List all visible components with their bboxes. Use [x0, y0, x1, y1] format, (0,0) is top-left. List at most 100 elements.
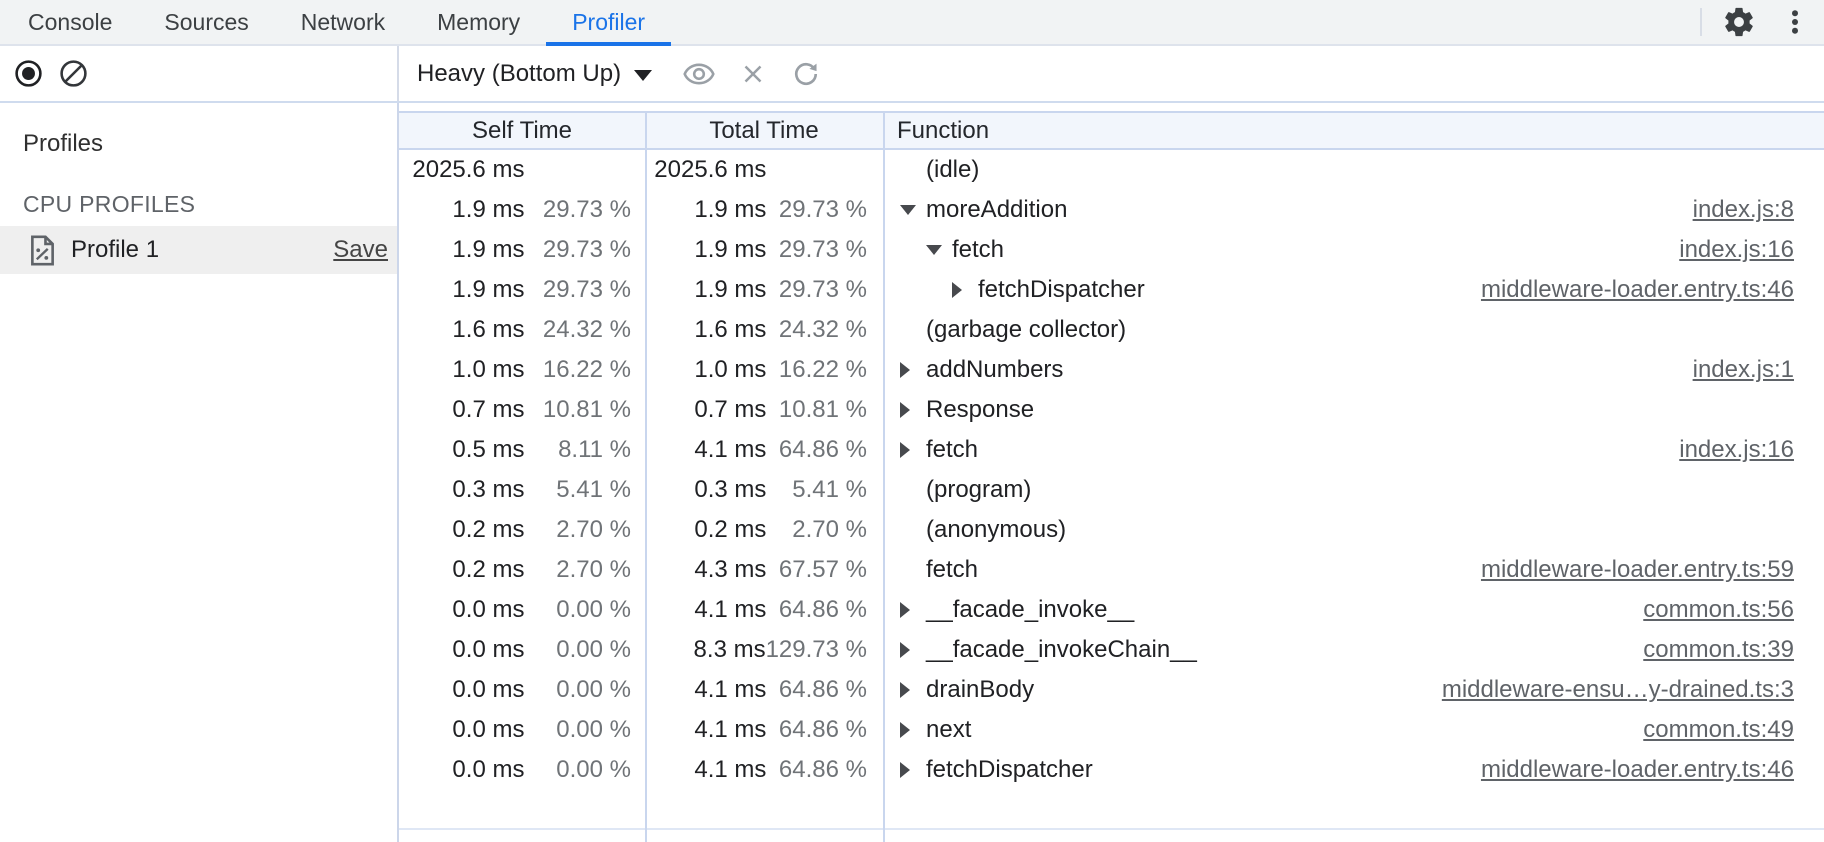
- table-row[interactable]: 0.0 ms0.00 %4.1 ms64.86 %__facade_invoke…: [399, 590, 1824, 630]
- expand-arrow-icon[interactable]: [900, 722, 910, 738]
- tree-indent: [952, 282, 978, 298]
- record-toggle-icon[interactable]: [13, 58, 44, 89]
- expand-arrow-icon[interactable]: [900, 762, 910, 778]
- table-row[interactable]: 0.5 ms8.11 %4.1 ms64.86 % fetch index.js:1…: [399, 430, 1824, 470]
- column-divider[interactable]: [883, 111, 885, 842]
- table-row[interactable]: 1.9 ms29.73 %1.9 ms29.73 %fetchDispatche…: [399, 270, 1824, 310]
- total-time-ms: 4.1 ms: [645, 676, 766, 704]
- total-time-pct: 16.22 %: [766, 356, 883, 384]
- tree-indent: [900, 682, 926, 698]
- tree-indent: [900, 602, 926, 618]
- self-time-ms: 0.0 ms: [399, 636, 524, 664]
- expand-arrow-icon[interactable]: [900, 362, 910, 378]
- self-time-pct: 24.32 %: [524, 316, 645, 344]
- expand-arrow-icon[interactable]: [900, 442, 910, 458]
- clear-all-profiles-icon[interactable]: [58, 58, 89, 89]
- restore-refresh-icon[interactable]: [790, 58, 822, 90]
- self-time-pct: 10.81 %: [524, 396, 645, 424]
- total-time-ms: 4.3 ms: [645, 556, 766, 584]
- function-name: (idle): [926, 156, 979, 184]
- source-location-link[interactable]: index.js:16: [1679, 236, 1824, 264]
- function-name: (program): [926, 476, 1031, 504]
- total-time-pct: 2.70 %: [766, 516, 883, 544]
- column-header-self-time[interactable]: Self Time: [399, 117, 645, 145]
- profiler-content: Profiles CPU PROFILES Profile 1 Save: [0, 103, 1824, 842]
- source-location-link[interactable]: middleware-loader.entry.ts:59: [1481, 556, 1824, 584]
- tab-memory[interactable]: Memory: [411, 0, 546, 44]
- function-name: fetch: [952, 236, 1004, 264]
- profile-document-icon: [29, 235, 56, 266]
- self-time-cell: 0.0 ms0.00 %: [399, 670, 645, 710]
- expand-arrow-icon[interactable]: [900, 642, 910, 658]
- self-time-ms: 0.7 ms: [399, 396, 524, 424]
- source-location-link[interactable]: middleware-loader.entry.ts:46: [1481, 756, 1824, 784]
- table-row[interactable]: 2025.6 ms2025.6 ms(idle): [399, 150, 1824, 190]
- table-row[interactable]: 0.2 ms2.70 %0.2 ms2.70 %(anonymous): [399, 510, 1824, 550]
- column-header-total-time[interactable]: Total Time: [645, 117, 883, 145]
- table-row[interactable]: 1.0 ms16.22 %1.0 ms16.22 %addNumbersinde…: [399, 350, 1824, 390]
- self-time-ms: 0.0 ms: [399, 596, 524, 624]
- more-options-kebab-icon[interactable]: [1780, 7, 1810, 37]
- total-time-pct: 67.57 %: [766, 556, 883, 584]
- total-time-pct: 29.73 %: [766, 196, 883, 224]
- source-location-link[interactable]: common.ts:39: [1643, 636, 1824, 664]
- expand-arrow-icon[interactable]: [952, 282, 962, 298]
- save-profile-link[interactable]: Save: [333, 236, 388, 264]
- tab-profiler[interactable]: Profiler: [546, 0, 671, 44]
- source-location-link[interactable]: index.js:8: [1693, 196, 1824, 224]
- self-time-ms: 1.9 ms: [399, 196, 524, 224]
- table-row[interactable]: 0.2 ms2.70 %4.3 ms67.57 %fetchmiddleware…: [399, 550, 1824, 590]
- function-name: fetchDispatcher: [926, 756, 1093, 784]
- table-row[interactable]: 1.9 ms29.73 %1.9 ms29.73 %fetchindex.js:…: [399, 230, 1824, 270]
- self-time-cell: 0.0 ms0.00 %: [399, 630, 645, 670]
- total-time-cell: 4.1 ms64.86 %: [645, 430, 883, 470]
- column-divider[interactable]: [645, 111, 647, 842]
- table-row[interactable]: 1.6 ms24.32 %1.6 ms24.32 %(garbage colle…: [399, 310, 1824, 350]
- table-row[interactable]: 0.3 ms5.41 %0.3 ms5.41 %(program): [399, 470, 1824, 510]
- source-location-link[interactable]: middleware-ensu…y-drained.ts:3: [1442, 676, 1824, 704]
- eye-focus-icon[interactable]: [682, 57, 716, 91]
- self-time-pct: 29.73 %: [524, 196, 645, 224]
- tab-console[interactable]: Console: [2, 0, 138, 44]
- exclude-x-icon[interactable]: [738, 59, 768, 89]
- source-location-link[interactable]: common.ts:56: [1643, 596, 1824, 624]
- tab-network[interactable]: Network: [275, 0, 411, 44]
- settings-gear-icon[interactable]: [1722, 5, 1756, 39]
- table-row[interactable]: 0.0 ms0.00 %4.1 ms64.86 %nextcommon.ts:4…: [399, 710, 1824, 750]
- expand-arrow-icon[interactable]: [900, 602, 910, 618]
- source-location-link[interactable]: index.js:1: [1693, 356, 1824, 384]
- expand-arrow-icon[interactable]: [900, 402, 910, 418]
- self-time-pct: 16.22 %: [524, 356, 645, 384]
- total-time-cell: 4.3 ms67.57 %: [645, 550, 883, 590]
- profile-list-item[interactable]: Profile 1 Save: [0, 226, 397, 274]
- table-row[interactable]: 0.0 ms0.00 %4.1 ms64.86 %drainBodymiddle…: [399, 670, 1824, 710]
- collapse-arrow-icon[interactable]: [926, 245, 942, 255]
- self-time-ms: 0.2 ms: [399, 516, 524, 544]
- source-location-link[interactable]: common.ts:49: [1643, 716, 1824, 744]
- collapse-arrow-icon[interactable]: [900, 205, 916, 215]
- tab-sources[interactable]: Sources: [138, 0, 274, 44]
- source-location-link[interactable]: middleware-loader.entry.ts:46: [1481, 276, 1824, 304]
- table-row[interactable]: 0.7 ms10.81 %0.7 ms10.81 %Response: [399, 390, 1824, 430]
- profile-view-select[interactable]: Heavy (Bottom Up): [417, 60, 652, 88]
- self-time-cell: 0.5 ms8.11 %: [399, 430, 645, 470]
- table-row[interactable]: 0.0 ms0.00 %8.3 ms129.73 %__facade_invok…: [399, 630, 1824, 670]
- function-name: fetch: [926, 436, 978, 464]
- source-location-link[interactable]: index.js:16: [1679, 436, 1824, 464]
- table-row[interactable]: 0.0 ms0.00 %4.1 ms64.86 %fetchDispatcher…: [399, 750, 1824, 790]
- function-name: drainBody: [926, 676, 1034, 704]
- total-time-ms: 4.1 ms: [645, 716, 766, 744]
- expand-arrow-icon[interactable]: [900, 682, 910, 698]
- table-row[interactable]: 1.9 ms29.73 %1.9 ms29.73 %moreAdditionin…: [399, 190, 1824, 230]
- self-time-pct: 0.00 %: [524, 676, 645, 704]
- tree-indent: [900, 442, 926, 458]
- tree-indent: [900, 722, 926, 738]
- total-time-pct: 64.86 %: [766, 716, 883, 744]
- tree-indent: [926, 245, 952, 255]
- total-time-cell: 0.2 ms2.70 %: [645, 510, 883, 550]
- tree-indent: [900, 762, 926, 778]
- self-time-cell: 0.2 ms2.70 %: [399, 510, 645, 550]
- profile-data-grid: Self Time Total Time Function 2025.6 ms2…: [399, 103, 1824, 842]
- column-header-function[interactable]: Function: [883, 117, 1824, 145]
- self-time-pct: 8.11 %: [524, 436, 645, 464]
